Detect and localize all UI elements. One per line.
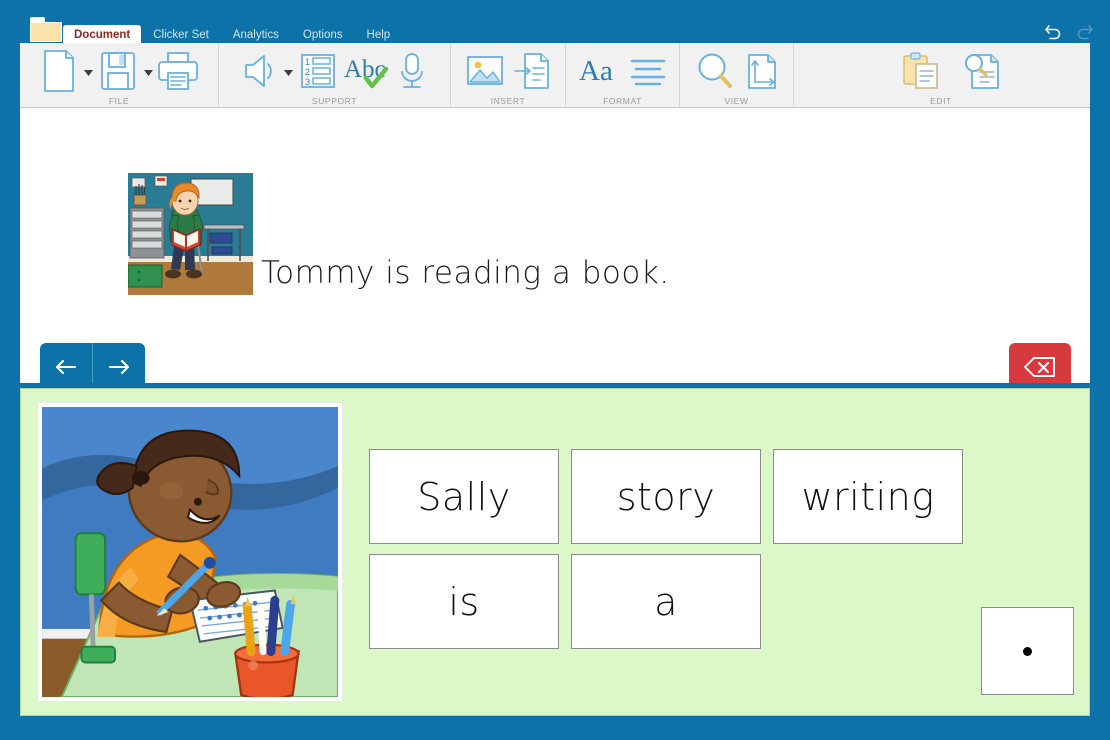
ribbon-group-support-items: 123 Abc bbox=[230, 47, 440, 95]
menu-tab-bar: Document Clicker Set Analytics Options H… bbox=[63, 25, 403, 45]
ribbon-group-file: FILE bbox=[20, 43, 219, 108]
clicker-grid-pane: Sally story writing is a bbox=[20, 388, 1090, 716]
save-dropdown-icon[interactable] bbox=[143, 66, 153, 76]
new-document-dropdown-icon[interactable] bbox=[83, 66, 93, 76]
ribbon-toolbar: FILE 1 2 3 Abc SUPPORT INSERT Aa FORMAT … bbox=[20, 43, 1090, 108]
document-sentence-row: Tommy is reading a book. bbox=[128, 173, 670, 295]
svg-text:2: 2 bbox=[305, 67, 310, 77]
undo-icon[interactable] bbox=[1044, 22, 1064, 40]
full-stop-card[interactable] bbox=[981, 607, 1074, 695]
document-pane[interactable]: Tommy is reading a book. bbox=[20, 108, 1090, 383]
tab-clicker-set[interactable]: Clicker Set bbox=[141, 28, 221, 43]
word-card-is[interactable]: is bbox=[369, 554, 559, 649]
word-card-row: is a bbox=[369, 554, 963, 649]
svg-text:3: 3 bbox=[305, 77, 310, 87]
new-document-icon[interactable] bbox=[39, 49, 79, 93]
folder-icon bbox=[30, 17, 62, 42]
ribbon-group-format-label: FORMAT bbox=[603, 96, 642, 106]
insert-picture-icon[interactable] bbox=[463, 50, 507, 92]
ribbon-group-view: VIEW bbox=[680, 43, 794, 108]
ribbon-groups: FILE 1 2 3 Abc SUPPORT INSERT Aa FORMAT … bbox=[20, 43, 1090, 108]
ribbon-group-edit-label: EDIT bbox=[930, 96, 952, 106]
word-card-area: Sally story writing is a bbox=[369, 449, 963, 659]
svg-text:Aa: Aa bbox=[579, 55, 613, 87]
font-aa-icon[interactable]: Aa bbox=[576, 50, 622, 92]
word-card-label: writing bbox=[801, 474, 935, 519]
ribbon-group-support: 123 Abc SUPPORT bbox=[219, 43, 451, 108]
numbered-list-icon[interactable]: 123 bbox=[298, 50, 338, 92]
print-icon[interactable] bbox=[157, 49, 199, 93]
document-canvas: Tommy is reading a book. bbox=[20, 108, 1090, 383]
find-in-document-icon[interactable] bbox=[961, 50, 1005, 92]
ribbon-group-view-label: VIEW bbox=[724, 96, 749, 106]
spellcheck-abc-icon[interactable]: Abc bbox=[342, 50, 390, 92]
word-card-a[interactable]: a bbox=[571, 554, 761, 649]
tab-options[interactable]: Options bbox=[291, 28, 355, 43]
document-sentence-text: Tommy is reading a book. bbox=[261, 255, 670, 291]
document-image-boy-reading[interactable] bbox=[128, 173, 253, 295]
word-card-label: a bbox=[654, 579, 678, 624]
ribbon-group-format: Aa FORMAT bbox=[566, 43, 680, 108]
window-controls bbox=[1044, 22, 1094, 40]
document-nav-buttons bbox=[40, 343, 145, 383]
ribbon-group-edit: EDIT bbox=[794, 43, 1088, 108]
microphone-icon[interactable] bbox=[394, 50, 430, 92]
word-card-label: story bbox=[616, 474, 716, 519]
tab-analytics[interactable]: Analytics bbox=[221, 28, 291, 43]
ribbon-group-edit-items bbox=[867, 47, 1015, 95]
folder-icon-body bbox=[30, 22, 62, 42]
tab-document[interactable]: Document bbox=[63, 25, 142, 45]
forward-arrow-button[interactable] bbox=[92, 343, 145, 383]
word-card-sally[interactable]: Sally bbox=[369, 449, 559, 544]
tab-help[interactable]: Help bbox=[355, 28, 403, 43]
word-card-label: Sally bbox=[417, 474, 511, 519]
backspace-delete-button[interactable] bbox=[1009, 343, 1071, 383]
word-card-writing[interactable]: writing bbox=[773, 449, 963, 544]
insert-into-document-icon[interactable] bbox=[511, 50, 553, 92]
ribbon-group-format-items: Aa bbox=[566, 47, 680, 95]
page-layout-icon[interactable] bbox=[741, 50, 781, 92]
title-bar: Document Clicker Set Analytics Options H… bbox=[0, 0, 1110, 45]
ribbon-group-insert: INSERT bbox=[451, 43, 566, 108]
ribbon-group-file-items bbox=[29, 47, 209, 95]
paste-clipboard-icon[interactable] bbox=[899, 50, 943, 92]
full-stop-dot bbox=[1023, 646, 1032, 656]
word-card-story[interactable]: story bbox=[571, 449, 761, 544]
save-icon[interactable] bbox=[97, 49, 139, 93]
grid-picture-girl-writing[interactable] bbox=[37, 402, 343, 702]
application-window: Document Clicker Set Analytics Options H… bbox=[0, 0, 1110, 740]
redo-icon[interactable] bbox=[1074, 22, 1094, 40]
ribbon-group-insert-label: INSERT bbox=[490, 96, 526, 106]
ribbon-group-insert-items bbox=[453, 47, 563, 95]
paragraph-align-icon[interactable] bbox=[626, 50, 670, 92]
ribbon-group-support-label: SUPPORT bbox=[311, 96, 358, 106]
word-card-label: is bbox=[448, 579, 480, 624]
ribbon-group-view-items bbox=[683, 47, 791, 95]
zoom-magnifier-icon[interactable] bbox=[693, 50, 737, 92]
back-arrow-button[interactable] bbox=[40, 343, 92, 383]
word-card-row: Sally story writing bbox=[369, 449, 963, 544]
ribbon-group-file-label: FILE bbox=[108, 96, 130, 106]
speaker-icon[interactable] bbox=[240, 50, 280, 92]
speaker-dropdown-icon[interactable] bbox=[284, 66, 294, 76]
svg-text:1: 1 bbox=[305, 57, 310, 67]
